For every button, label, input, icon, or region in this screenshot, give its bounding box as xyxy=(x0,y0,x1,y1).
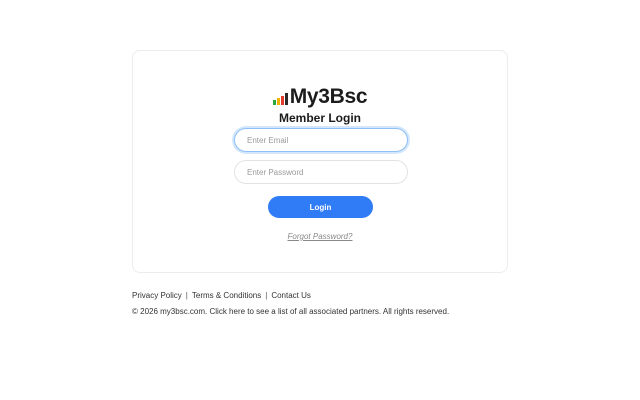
footer-separator: | xyxy=(185,291,188,300)
email-field[interactable] xyxy=(234,128,408,152)
bar-chart-icon xyxy=(272,93,288,105)
copyright-suffix: to see a list of all associated partners… xyxy=(245,307,450,316)
footer-links: Privacy Policy | Terms & Conditions | Co… xyxy=(132,291,311,300)
forgot-password-link[interactable]: Forgot Password? xyxy=(288,232,353,241)
brand-logo: My3Bsc xyxy=(133,85,507,109)
copyright-text: © 2026 my3bsc.com. Click here to see a l… xyxy=(132,307,449,316)
logo-bar-1 xyxy=(272,100,276,105)
login-button[interactable]: Login xyxy=(268,196,373,218)
terms-link[interactable]: Terms & Conditions xyxy=(192,291,261,300)
contact-us-link[interactable]: Contact Us xyxy=(271,291,311,300)
brand-name: My3Bsc xyxy=(289,85,368,108)
page-title: Member Login xyxy=(278,111,361,125)
logo-bar-2 xyxy=(276,98,280,105)
password-field[interactable] xyxy=(234,160,408,184)
logo-bar-4 xyxy=(284,93,288,105)
logo-bar-3 xyxy=(280,96,284,105)
partners-link[interactable]: Click here xyxy=(209,307,245,316)
footer-separator: | xyxy=(265,291,268,300)
login-card: My3Bsc Member Login Login Forgot Passwor… xyxy=(132,50,508,273)
privacy-policy-link[interactable]: Privacy Policy xyxy=(132,291,182,300)
forgot-password-row: Forgot Password? xyxy=(133,226,507,244)
copyright-prefix: © 2026 my3bsc.com. xyxy=(132,307,210,316)
